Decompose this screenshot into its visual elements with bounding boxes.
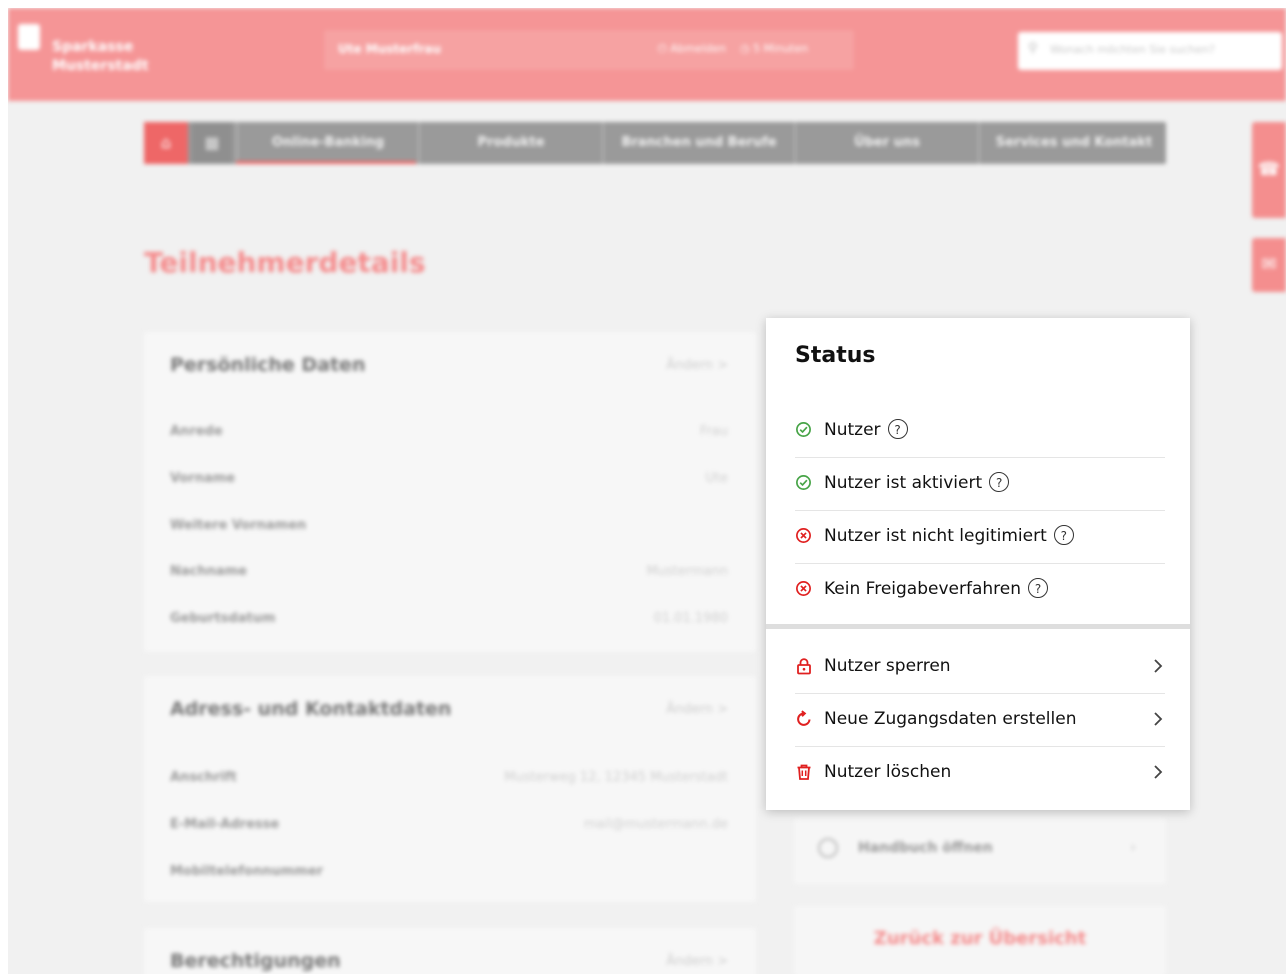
status-item-aktiviert: Nutzer ist aktiviert? xyxy=(795,458,1165,511)
address-card: Adress- und Kontaktdaten Ändern > Anschr… xyxy=(144,676,756,902)
status-label: Nutzer ist aktiviert? xyxy=(824,472,1010,493)
nav-tab-ueber-uns[interactable]: Über uns xyxy=(794,122,978,164)
row-value: Musterweg 12, 12345 Musterstadt xyxy=(504,770,728,785)
x-circle-icon xyxy=(796,528,811,543)
row-label: Geburtsdatum xyxy=(170,611,276,626)
row-label: Anrede xyxy=(170,424,223,439)
status-text: Kein Freigabeverfahren xyxy=(824,579,1021,599)
sparkasse-logo-icon[interactable] xyxy=(18,24,40,50)
action-label: Nutzer löschen xyxy=(824,762,952,782)
status-item-freigabe: Kein Freigabeverfahren? xyxy=(795,564,1165,616)
nav-tab-online-banking[interactable]: Online-Banking xyxy=(236,122,418,164)
session-actions: ⏻ Abmelden ◷ 5 Minuten xyxy=(658,42,808,56)
personal-data-card: Persönliche Daten Ändern > Anrede Frau V… xyxy=(144,332,756,652)
row-label: Vorname xyxy=(170,471,236,486)
nav-tab-produkte[interactable]: Produkte xyxy=(418,122,602,164)
brand-line-1: Sparkasse xyxy=(52,39,134,55)
permissions-title: Berechtigungen xyxy=(170,950,341,972)
personal-data-title: Persönliche Daten xyxy=(170,354,366,376)
row-value: mail@mustermann.de xyxy=(583,817,728,832)
row-value: Ute xyxy=(705,471,728,486)
chevron-right-icon xyxy=(1154,712,1163,726)
chevron-right-icon xyxy=(1154,765,1163,779)
status-item-nutzer: Nutzer? xyxy=(795,405,1165,458)
row-label: Mobiltelefonnummer xyxy=(170,864,324,879)
help-icon[interactable]: ? xyxy=(1028,578,1048,598)
search-placeholder: Wonach möchten Sie suchen? xyxy=(1050,43,1215,56)
new-credentials-action[interactable]: Neue Zugangsdaten erstellen xyxy=(795,694,1165,747)
address-title: Adress- und Kontaktdaten xyxy=(170,698,452,720)
help-icon[interactable]: ? xyxy=(1053,525,1074,545)
row-label: Anschrift xyxy=(170,770,237,785)
user-name[interactable]: Ute Musterfrau xyxy=(338,42,441,56)
phone-contact-icon[interactable]: ☎ xyxy=(1252,122,1286,218)
nav-tab-services[interactable]: Services und Kontakt xyxy=(978,122,1168,164)
status-item-legitimiert: Nutzer ist nicht legitimiert? xyxy=(795,511,1165,564)
refresh-icon xyxy=(797,710,811,726)
search-input[interactable]: ⚲ Wonach möchten Sie suchen? xyxy=(1018,32,1282,70)
handbook-item[interactable]: Handbuch öffnen › xyxy=(794,818,1166,884)
back-to-overview-label: Zurück zur Übersicht xyxy=(873,928,1087,949)
brand-line-2: Musterstadt xyxy=(52,58,149,74)
row-value: Frau xyxy=(699,424,728,439)
lock-user-action[interactable]: Nutzer sperren xyxy=(795,641,1165,694)
page-title: Teilnehmerdetails xyxy=(144,246,426,279)
row-value: Mustermann xyxy=(646,564,728,579)
back-to-overview-button[interactable]: Zurück zur Übersicht xyxy=(794,906,1166,974)
status-popover: Status Nutzer? Nutzer ist aktiviert? Nut… xyxy=(766,318,1190,810)
row-label: E-Mail-Adresse xyxy=(170,817,280,832)
chevron-right-icon: › xyxy=(1130,838,1136,856)
status-text: Nutzer ist aktiviert xyxy=(824,473,983,493)
action-label: Nutzer sperren xyxy=(824,656,951,676)
chevron-right-icon xyxy=(1154,659,1163,673)
brand-name[interactable]: Sparkasse Musterstadt xyxy=(52,38,182,76)
logout-link[interactable]: ⏻ Abmelden xyxy=(658,42,726,55)
header-bar: Sparkasse Musterstadt Ute Musterfrau ⏻ A… xyxy=(8,8,1286,101)
help-icon[interactable]: ? xyxy=(989,472,1010,492)
check-circle-icon xyxy=(796,422,811,437)
row-value: 01.01.1980 xyxy=(653,611,728,626)
nav-active-indicator xyxy=(236,161,416,164)
handbook-label: Handbuch öffnen xyxy=(858,840,993,856)
status-label: Nutzer? xyxy=(824,419,908,440)
session-timer: ◷ 5 Minuten xyxy=(739,42,809,55)
app-frame: Sparkasse Musterstadt Ute Musterfrau ⏻ A… xyxy=(8,8,1286,974)
permissions-card: Berechtigungen Ändern > xyxy=(144,928,756,974)
permissions-edit-link[interactable]: Ändern > xyxy=(666,954,728,969)
help-icon[interactable]: ? xyxy=(887,419,908,439)
trash-icon xyxy=(797,764,811,780)
home-icon[interactable]: ⌂ xyxy=(144,122,188,164)
status-text: Nutzer xyxy=(824,420,881,440)
x-circle-icon xyxy=(796,581,811,596)
status-text: Nutzer ist nicht legitimiert xyxy=(824,526,1047,546)
help-circle-icon xyxy=(818,838,838,858)
status-label: Kein Freigabeverfahren? xyxy=(824,578,1048,599)
row-label: Weitere Vornamen xyxy=(170,518,307,533)
status-label: Nutzer ist nicht legitimiert? xyxy=(824,525,1074,546)
check-circle-icon xyxy=(796,475,811,490)
row-label: Nachname xyxy=(170,564,248,579)
status-title: Status xyxy=(795,343,876,368)
grid-menu-icon[interactable]: ▦ xyxy=(192,122,232,164)
personal-data-edit-link[interactable]: Ändern > xyxy=(666,358,728,373)
search-icon: ⚲ xyxy=(1028,41,1038,56)
delete-user-action[interactable]: Nutzer löschen xyxy=(795,747,1165,799)
nav-tab-branchen[interactable]: Branchen und Berufe xyxy=(602,122,794,164)
section-divider xyxy=(766,624,1190,629)
action-label: Neue Zugangsdaten erstellen xyxy=(824,709,1077,729)
address-edit-link[interactable]: Ändern > xyxy=(666,702,728,717)
mail-contact-icon[interactable]: ✉ xyxy=(1252,238,1286,292)
lock-icon xyxy=(797,658,811,675)
